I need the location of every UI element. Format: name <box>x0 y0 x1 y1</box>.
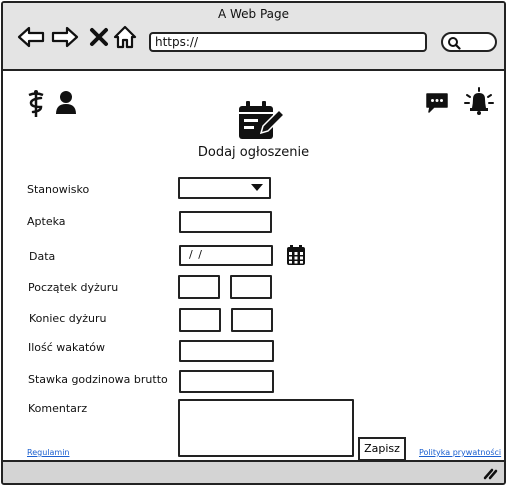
search-icon <box>448 37 461 50</box>
wakaty-label: Ilość wakatów <box>28 341 105 354</box>
browser-search-box[interactable] <box>441 32 497 52</box>
page-content: Dodaj ogłoszenie Stanowisko Apteka Data … <box>3 73 504 462</box>
chat-icon[interactable] <box>424 91 450 115</box>
bell-icon[interactable] <box>463 87 495 117</box>
user-icon[interactable] <box>54 89 78 115</box>
forward-arrow-icon[interactable] <box>51 23 79 51</box>
resize-grip-icon[interactable] <box>482 466 498 480</box>
komentarz-textarea[interactable] <box>178 399 354 457</box>
browser-toolbar: A Web Page https:// <box>3 3 504 71</box>
page-title: Dodaj ogłoszenie <box>197 145 310 160</box>
back-arrow-icon[interactable] <box>17 23 45 51</box>
stanowisko-label: Stanowisko <box>27 183 90 196</box>
home-icon[interactable] <box>111 23 139 51</box>
url-input[interactable]: https:// <box>149 32 427 52</box>
date-input[interactable]: / / <box>179 245 273 266</box>
stanowisko-select[interactable] <box>178 177 271 199</box>
polityka-link[interactable]: Polityka prywatności <box>419 448 501 457</box>
data-label: Data <box>29 250 56 263</box>
window-title: A Web Page <box>217 7 290 21</box>
apteka-label: Apteka <box>27 215 66 228</box>
stawka-label: Stawka godzinowa brutto <box>28 373 168 386</box>
apteka-input[interactable] <box>179 211 272 233</box>
stawka-input[interactable] <box>179 370 274 393</box>
chevron-down-icon <box>251 184 263 191</box>
wakaty-input[interactable] <box>179 340 274 362</box>
koniec-hour-input[interactable] <box>179 308 221 332</box>
poczatek-label: Początek dyżuru <box>28 281 119 294</box>
date-input-value: / / <box>189 248 203 261</box>
close-x-icon[interactable] <box>85 23 113 51</box>
calendar-edit-icon <box>237 99 287 141</box>
browser-window: A Web Page https:// Dodaj ogłoszenie Sta… <box>1 1 506 485</box>
status-bar <box>3 460 504 483</box>
poczatek-minute-input[interactable] <box>230 275 272 299</box>
komentarz-label: Komentarz <box>28 402 88 415</box>
calendar-icon[interactable] <box>285 243 307 267</box>
koniec-minute-input[interactable] <box>231 308 273 332</box>
save-button[interactable]: Zapisz <box>358 437 406 461</box>
koniec-label: Koniec dyżuru <box>29 312 107 325</box>
caduceus-icon <box>25 89 47 119</box>
poczatek-hour-input[interactable] <box>178 275 220 299</box>
regulamin-link[interactable]: Regulamin <box>27 448 69 457</box>
